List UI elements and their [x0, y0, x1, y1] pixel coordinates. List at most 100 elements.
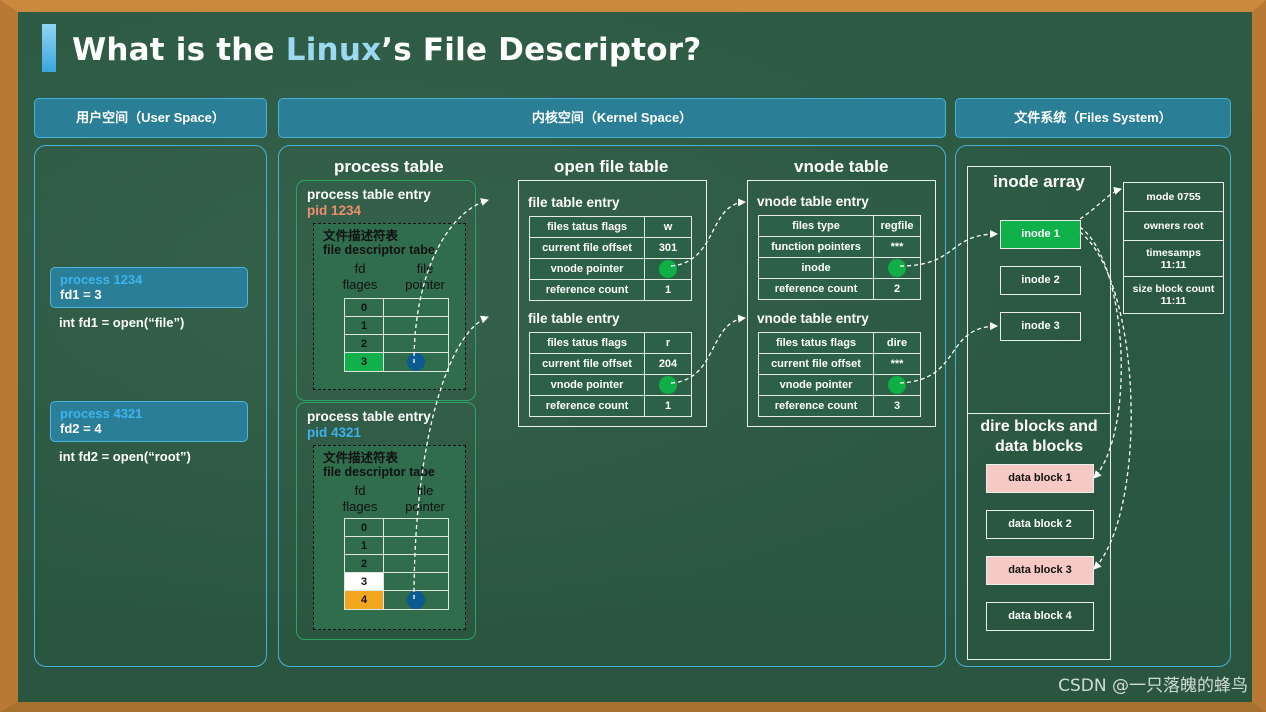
vnode-pointer-dot — [659, 376, 677, 394]
fd-value: fd2 = 4 — [60, 421, 102, 436]
fd-table-title-cn: 文件描述符表 — [323, 229, 399, 243]
open-file-table-title: open file table — [554, 157, 669, 176]
inode-1: inode 1 — [1000, 220, 1081, 249]
ft-row: files tatus flags w — [529, 216, 692, 238]
fd-row: 3 — [344, 352, 449, 372]
attr-mode: mode 0755 — [1123, 182, 1224, 212]
pointer-dot — [407, 353, 425, 371]
pointer-cell — [383, 518, 449, 537]
vt-key: inode — [758, 257, 874, 279]
fd-cell: 0 — [344, 518, 384, 537]
vt-value: 3 — [873, 395, 921, 417]
fd-value: fd1 = 3 — [60, 287, 102, 302]
pid-label: pid 4321 — [307, 425, 362, 440]
ft-key: files tatus flags — [529, 216, 645, 238]
pointer-cell — [383, 536, 449, 555]
vt-row: files tatus flags dire — [758, 332, 921, 354]
attr-timestamps: timesamps 11:11 — [1123, 240, 1224, 277]
ft-row: current file offset 301 — [529, 237, 692, 259]
open-file-table-box: file table entry files tatus flags w curr… — [518, 180, 707, 427]
pointer-cell — [383, 334, 449, 353]
vnode-table-title: vnode table — [794, 157, 889, 176]
fd-table-title-cn: 文件描述符表 — [323, 451, 399, 465]
process-table-title: process table — [334, 157, 444, 176]
section-header-user-space: 用户空间（User Space） — [34, 98, 267, 138]
title-accent-bar — [42, 24, 56, 72]
divider — [968, 413, 1110, 414]
entry-label: vnode table entry — [757, 311, 869, 326]
vt-value: *** — [873, 353, 921, 375]
entry-label: file table entry — [528, 311, 620, 326]
ft-row: vnode pointer — [529, 258, 692, 280]
fd-row: 1 — [344, 316, 449, 335]
pointer-cell — [383, 298, 449, 317]
data-block-2: data block 2 — [986, 510, 1094, 539]
pointer-cell — [383, 572, 449, 591]
vt-row: function pointers *** — [758, 236, 921, 258]
col-file-pointer: file pointer — [405, 483, 445, 514]
vt-row: current file offset *** — [758, 353, 921, 375]
process-4321-box: process 4321 fd2 = 4 — [50, 401, 248, 442]
process-name: process 1234 — [60, 272, 143, 287]
col-fd-flags: fd flages — [342, 261, 378, 292]
entry-label: process table entry — [307, 409, 431, 424]
ft-key: current file offset — [529, 237, 645, 259]
process-table-entry-4321: process table entry pid 4321 文件描述符表 file… — [296, 402, 476, 640]
ft-value — [644, 374, 692, 396]
fd-table-box: 文件描述符表 file descriptor tabe fd flages fi… — [313, 445, 466, 630]
vt-value — [873, 374, 921, 396]
pointer-cell — [383, 590, 449, 610]
process-name: process 4321 — [60, 406, 143, 421]
section-header-kernel-space: 内核空间（Kernel Space） — [278, 98, 946, 138]
data-block-3: data block 3 — [986, 556, 1094, 585]
fd-row: 0 — [344, 298, 449, 317]
vt-key: reference count — [758, 278, 874, 300]
fd-row: 0 — [344, 518, 449, 537]
fd-table-title-en: file descriptor tabe — [323, 465, 435, 479]
fd-cell: 3 — [344, 572, 384, 591]
ft-value: 1 — [644, 279, 692, 301]
ft-value — [644, 258, 692, 280]
page-title: What is the Linux’s File Descriptor? — [72, 32, 702, 68]
ft-key: files tatus flags — [529, 332, 645, 354]
section-header-file-system: 文件系统（Files System） — [955, 98, 1231, 138]
vnode-table-entry-1: files type regfile function pointers *** i… — [758, 215, 921, 300]
col-file-pointer: file pointer — [405, 261, 445, 292]
file-system-box: inode array inode 1 inode 2 inode 3 dire… — [967, 166, 1111, 660]
entry-label: vnode table entry — [757, 194, 869, 209]
ft-value: 1 — [644, 395, 692, 417]
fd-table: 0 1 2 3 4 — [344, 518, 449, 610]
vt-value — [873, 257, 921, 279]
ft-key: reference count — [529, 395, 645, 417]
process-1234-box: process 1234 fd1 = 3 — [50, 267, 248, 308]
data-blocks-title: dire blocks and data blocks — [980, 418, 1098, 455]
fd-cell: 2 — [344, 554, 384, 573]
pointer-dot — [407, 591, 425, 609]
open-call-1: int fd1 = open(“file”) — [59, 315, 185, 330]
ft-row: reference count 1 — [529, 279, 692, 301]
ft-value: r — [644, 332, 692, 354]
attr-owner: owners root — [1123, 211, 1224, 241]
pointer-cell — [383, 316, 449, 335]
ft-row: current file offset 204 — [529, 353, 692, 375]
ft-key: current file offset — [529, 353, 645, 375]
file-table-entry-1: files tatus flags w current file offset 30… — [529, 216, 692, 301]
vt-row: inode — [758, 257, 921, 279]
fd-row: 2 — [344, 554, 449, 573]
inode-array-title: inode array — [993, 172, 1085, 191]
open-call-2: int fd2 = open(“root”) — [59, 449, 191, 464]
ft-row: vnode pointer — [529, 374, 692, 396]
ft-value: 204 — [644, 353, 692, 375]
fd-table: 0 1 2 3 — [344, 298, 449, 372]
fd-row: 3 — [344, 572, 449, 591]
vt-value: *** — [873, 236, 921, 258]
data-block-4: data block 4 — [986, 602, 1094, 631]
vt-key: current file offset — [758, 353, 874, 375]
fd-cell-active: 4 — [344, 590, 384, 610]
vt-row: reference count 3 — [758, 395, 921, 417]
vt-key: files tatus flags — [758, 332, 874, 354]
fd-cell: 1 — [344, 536, 384, 555]
watermark: CSDN @一只落魄的蜂鸟 — [1058, 676, 1248, 696]
pid-label: pid 1234 — [307, 203, 362, 218]
inode-2: inode 2 — [1000, 266, 1081, 295]
